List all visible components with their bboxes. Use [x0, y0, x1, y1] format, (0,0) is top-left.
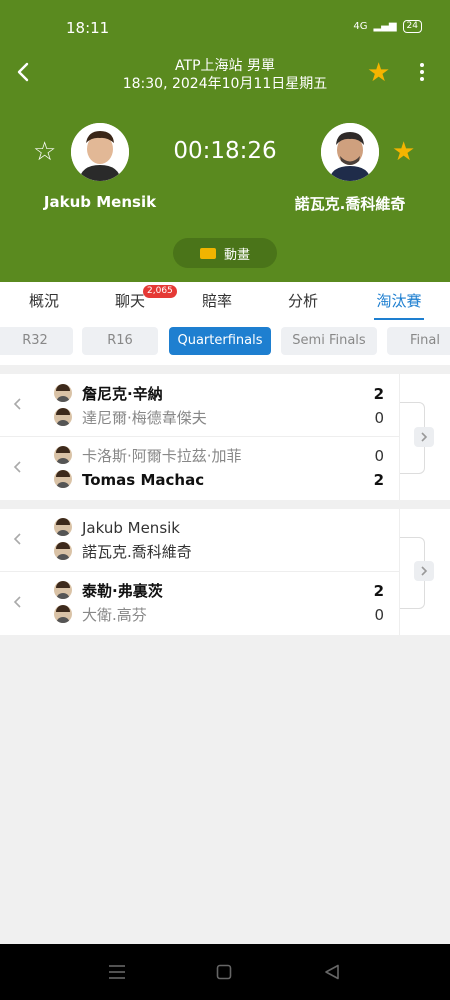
- round-quarterfinals[interactable]: Quarterfinals: [169, 327, 271, 355]
- status-icons: 4G ▂▄▆ 24: [353, 20, 422, 33]
- tab-overview[interactable]: 概況: [14, 282, 74, 320]
- battery-icon: 24: [402, 20, 422, 33]
- back-nav-icon[interactable]: [324, 964, 340, 980]
- player-name: 大衛.高芬: [82, 606, 147, 624]
- chevron-left-icon: [13, 398, 21, 410]
- chevron-right-icon: [421, 432, 428, 442]
- match-clock: 00:18:26: [173, 138, 277, 164]
- tab-analysis[interactable]: 分析: [273, 282, 333, 320]
- player-score: 0: [374, 447, 384, 465]
- bracket-group: Jakub Mensik 諾瓦克.喬科維奇 泰勒·弗裏茨 2 大衛.高芬 0: [0, 509, 450, 635]
- player-row: 卡洛斯·阿爾卡拉茲·加菲 0: [54, 445, 384, 467]
- round-r32[interactable]: R32: [0, 327, 73, 355]
- round-selector: R32 R16 Quarterfinals Semi Finals Final: [0, 320, 450, 365]
- player-row: Tomas Machac 2: [54, 469, 384, 491]
- system-nav-bar: [0, 944, 450, 1000]
- favorite-match-star-icon[interactable]: ★: [367, 60, 390, 86]
- away-player-avatar[interactable]: [321, 123, 379, 181]
- chevron-left-icon: [13, 461, 21, 473]
- network-icon: 4G: [353, 21, 368, 32]
- player-row: 泰勒·弗裏茨 2: [54, 580, 384, 602]
- chat-count-badge: 2,065: [143, 285, 177, 298]
- bracket-group: 詹尼克·辛納 2 達尼爾·梅德韋傑夫 0 卡洛斯·阿爾卡拉茲·加菲 0 Toma…: [0, 374, 450, 500]
- chevron-left-icon: [13, 533, 21, 545]
- player-name: 詹尼克·辛納: [82, 385, 163, 403]
- round-semi-finals[interactable]: Semi Finals: [281, 327, 377, 355]
- bracket-match[interactable]: 詹尼克·辛納 2 達尼爾·梅德韋傑夫 0: [0, 374, 399, 436]
- player-avatar: [54, 470, 72, 488]
- player-avatar: [54, 408, 72, 426]
- chevron-left-icon: [13, 596, 21, 608]
- round-r16[interactable]: R16: [82, 327, 158, 355]
- status-time: 18:11: [66, 19, 110, 37]
- player-avatar: [54, 446, 72, 464]
- player-name: 卡洛斯·阿爾卡拉茲·加菲: [82, 447, 242, 465]
- player-row: 詹尼克·辛納 2: [54, 383, 384, 405]
- player-row: 諾瓦克.喬科維奇: [54, 541, 384, 563]
- next-round-button[interactable]: [414, 561, 434, 581]
- player-avatar: [54, 542, 72, 560]
- round-final[interactable]: Final: [387, 327, 450, 355]
- animation-button[interactable]: 動畫: [173, 238, 277, 268]
- animation-field-icon: [199, 247, 216, 259]
- tab-knockout[interactable]: 淘汰賽: [372, 282, 426, 320]
- bracket-match[interactable]: 泰勒·弗裏茨 2 大衛.高芬 0: [0, 572, 399, 634]
- player-row: 達尼爾·梅德韋傑夫 0: [54, 407, 384, 429]
- home-player-name[interactable]: Jakub Mensik: [30, 193, 170, 211]
- player-row: Jakub Mensik: [54, 517, 384, 539]
- player-score: 0: [374, 409, 384, 427]
- player-name: Tomas Machac: [82, 471, 205, 489]
- signal-icon: ▂▄▆: [373, 21, 397, 32]
- player-name: Jakub Mensik: [82, 519, 180, 537]
- home-icon[interactable]: [216, 964, 232, 980]
- player-avatar: [54, 581, 72, 599]
- player-score: 0: [374, 606, 384, 624]
- away-favorite-star-icon[interactable]: ★: [392, 139, 415, 165]
- player-score: 2: [373, 582, 384, 600]
- player-row: 大衛.高芬 0: [54, 604, 384, 626]
- player-avatar: [54, 605, 72, 623]
- tab-bar: 概況 聊天 賠率 分析 淘汰賽: [0, 282, 450, 321]
- player-name: 諾瓦克.喬科維奇: [82, 543, 192, 561]
- animation-label: 動畫: [223, 247, 250, 263]
- next-round-button[interactable]: [414, 427, 434, 447]
- tab-odds[interactable]: 賠率: [187, 282, 247, 320]
- menu-icon[interactable]: [108, 964, 126, 980]
- player-avatar: [54, 518, 72, 536]
- more-options-icon[interactable]: [414, 60, 430, 84]
- away-player-name[interactable]: 諾瓦克.喬科維奇: [280, 193, 420, 214]
- player-name: 泰勒·弗裏茨: [82, 582, 163, 600]
- player-name: 達尼爾·梅德韋傑夫: [82, 409, 207, 427]
- bracket-match[interactable]: 卡洛斯·阿爾卡拉茲·加菲 0 Tomas Machac 2: [0, 437, 399, 499]
- player-score: 2: [373, 471, 384, 489]
- bracket-match[interactable]: Jakub Mensik 諾瓦克.喬科維奇: [0, 509, 399, 571]
- status-bar: 18:11 4G ▂▄▆ 24: [0, 0, 450, 52]
- player-avatar: [54, 384, 72, 402]
- match-header: 18:11 4G ▂▄▆ 24 ATP上海站 男單 18:30, 2024年10…: [0, 0, 450, 282]
- chevron-right-icon: [421, 566, 428, 576]
- player-score: 2: [373, 385, 384, 403]
